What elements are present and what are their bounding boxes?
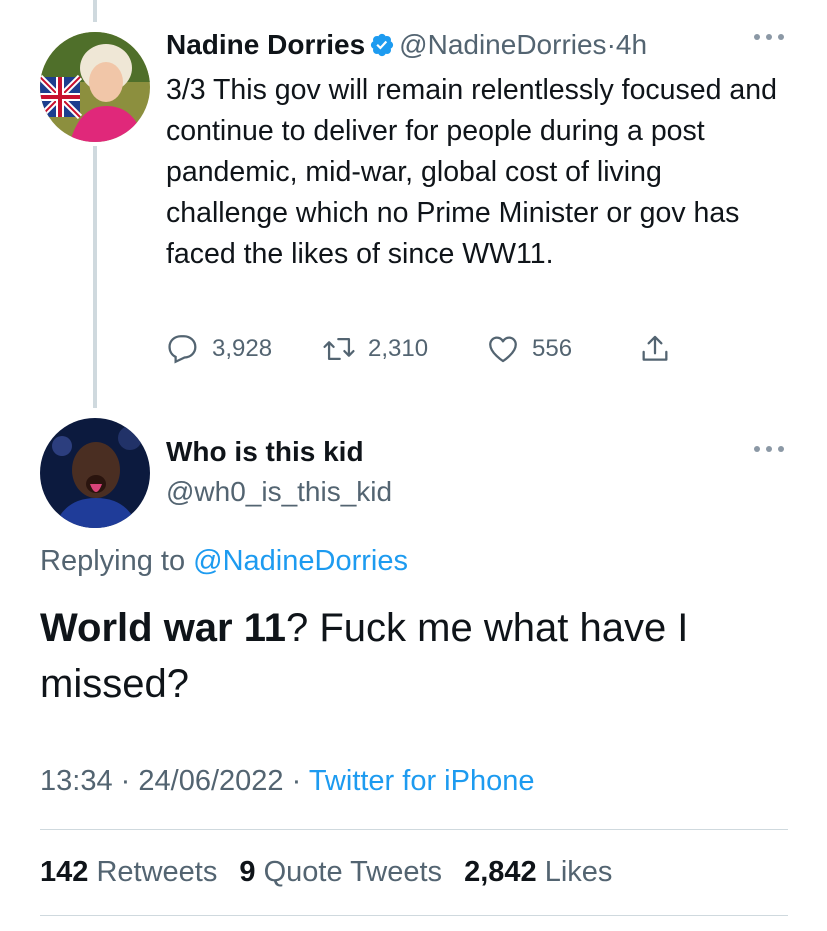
tweet-stats: 142 Retweets 9 Quote Tweets 2,842 Likes xyxy=(40,856,612,889)
tweet-text-bold: World war 11 xyxy=(40,606,287,650)
retweets-count: 142 xyxy=(40,856,89,888)
replying-prefix: Replying to xyxy=(40,545,186,577)
display-name[interactable]: Nadine Dorries xyxy=(166,29,365,60)
tweet-header: Nadine Dorries @NadineDorries·4h xyxy=(166,28,647,66)
user-handle[interactable]: @wh0_is_this_kid xyxy=(166,476,392,508)
separator: · xyxy=(291,765,302,797)
quote-label: Quote Tweets xyxy=(263,856,443,888)
display-name[interactable]: Who is this kid xyxy=(166,436,364,468)
avatar[interactable] xyxy=(40,32,150,142)
tweet-time[interactable]: 13:34 xyxy=(40,765,113,797)
thread-line xyxy=(93,146,97,408)
reply-icon xyxy=(166,332,200,366)
user-handle[interactable]: @NadineDorries xyxy=(399,29,606,60)
share-button[interactable] xyxy=(638,332,672,366)
retweets-stat[interactable]: 142 Retweets xyxy=(40,856,217,888)
like-button[interactable]: 556 xyxy=(486,332,572,366)
share-icon xyxy=(638,332,672,366)
likes-stat[interactable]: 2,842 Likes xyxy=(464,856,612,888)
more-dots-icon[interactable] xyxy=(752,442,786,460)
verified-badge-icon xyxy=(369,32,395,66)
divider xyxy=(40,915,788,916)
tweet-date[interactable]: 24/06/2022 xyxy=(138,765,283,797)
tweet-meta: 13:34 · 24/06/2022 · Twitter for iPhone xyxy=(40,765,534,798)
retweet-button[interactable]: 2,310 xyxy=(322,332,428,366)
retweets-label: Retweets xyxy=(96,856,218,888)
reply-count: 3,928 xyxy=(212,335,273,362)
quote-count: 9 xyxy=(239,856,256,888)
tweet-text: World war 11? Fuck me what have I missed… xyxy=(40,600,800,712)
likes-label: Likes xyxy=(544,856,613,888)
thread-line xyxy=(93,0,97,22)
separator: · xyxy=(606,29,616,60)
replying-to-link[interactable]: @NadineDorries xyxy=(193,545,408,577)
separator: · xyxy=(120,765,131,797)
tweet-text: 3/3 This gov will remain relentlessly fo… xyxy=(166,74,777,270)
avatar[interactable] xyxy=(40,418,150,528)
retweet-count: 2,310 xyxy=(368,335,429,362)
like-count: 556 xyxy=(532,335,573,362)
tweet-source-link[interactable]: Twitter for iPhone xyxy=(309,765,535,797)
divider xyxy=(40,829,788,830)
retweet-icon xyxy=(322,332,356,366)
quote-tweets-stat[interactable]: 9 Quote Tweets xyxy=(239,856,442,888)
heart-icon xyxy=(486,332,520,366)
likes-count: 2,842 xyxy=(464,856,537,888)
timestamp[interactable]: 4h xyxy=(616,29,647,60)
more-dots-icon[interactable] xyxy=(752,30,786,48)
reply-button[interactable]: 3,928 xyxy=(166,332,272,366)
replying-to: Replying to @NadineDorries xyxy=(40,545,408,578)
